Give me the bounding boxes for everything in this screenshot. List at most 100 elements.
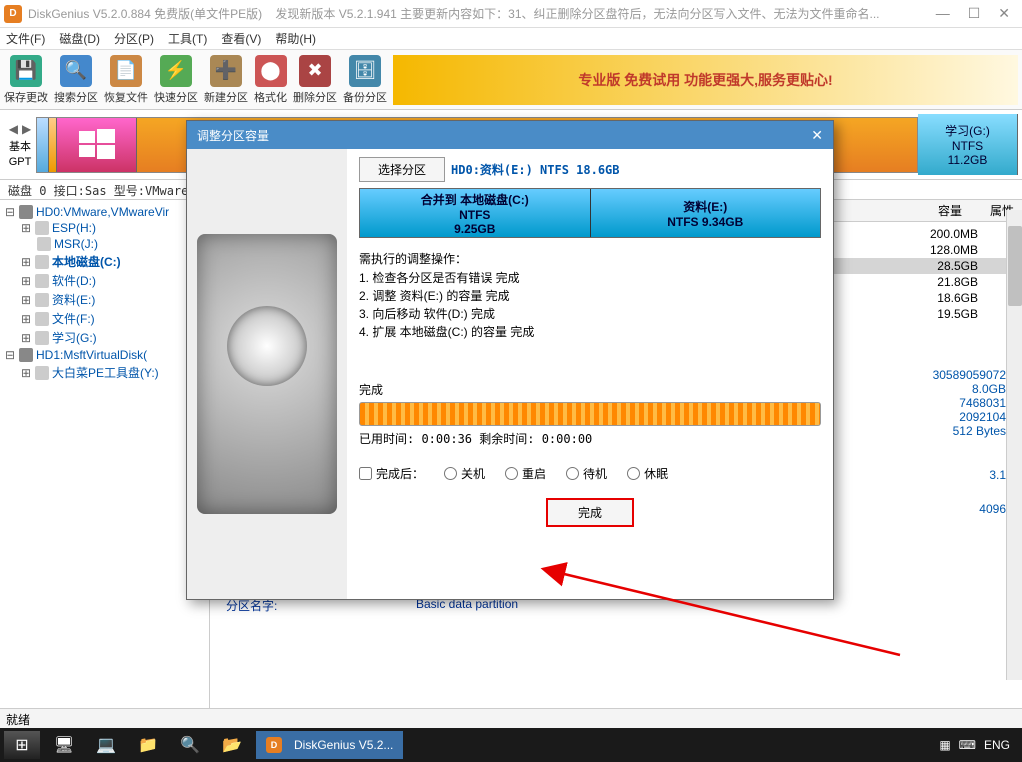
tree-expand-icon[interactable]: ⊞ bbox=[20, 255, 32, 269]
tree-hd1[interactable]: HD1:MsftVirtualDisk( bbox=[36, 348, 147, 362]
dialog-close-button[interactable]: ✕ bbox=[811, 127, 823, 144]
tree-pe[interactable]: 大白菜PE工具盘(Y:) bbox=[52, 364, 159, 381]
format-button[interactable]: ⬤格式化 bbox=[254, 55, 287, 105]
menu-disk[interactable]: 磁盘(D) bbox=[59, 30, 100, 47]
partition-msr[interactable] bbox=[49, 118, 57, 172]
backup-partition-button[interactable]: 🗄备份分区 bbox=[343, 55, 387, 105]
toolbar: 💾保存更改 🔍搜索分区 📄恢复文件 ⚡快速分区 ➕新建分区 ⬤格式化 ✖删除分区… bbox=[0, 50, 1022, 110]
disk-tree[interactable]: ⊟ HD0:VMware,VMwareVir ⊞ ESP(H:) MSR(J:) ⊞… bbox=[0, 200, 210, 720]
app-icon: D bbox=[4, 5, 22, 23]
recover-file-button[interactable]: 📄恢复文件 bbox=[104, 55, 148, 105]
opt-standby[interactable]: 待机 bbox=[566, 465, 607, 482]
opt-hibernate[interactable]: 休眠 bbox=[627, 465, 668, 482]
menu-view[interactable]: 查看(V) bbox=[221, 30, 261, 47]
info-v1: 30589059072 bbox=[906, 368, 1006, 382]
system-tray[interactable]: ▦ ⌨ ENG bbox=[939, 738, 1018, 752]
time-label: 已用时间: 0:00:36 剩余时间: 0:00:00 bbox=[359, 430, 821, 447]
part-icon bbox=[35, 221, 49, 235]
opt-shutdown[interactable]: 关机 bbox=[444, 465, 485, 482]
select-partition-button[interactable]: 选择分区 bbox=[359, 157, 445, 182]
dialog-part-e[interactable]: 资料(E:)NTFS 9.34GB bbox=[591, 189, 821, 237]
prev-disk-icon[interactable]: ◀ bbox=[9, 122, 18, 136]
tray-lang[interactable]: ENG bbox=[984, 738, 1010, 752]
tree-hd0[interactable]: HD0:VMware,VMwareVir bbox=[36, 205, 169, 219]
part-icon bbox=[35, 312, 49, 326]
part-icon bbox=[35, 331, 49, 345]
tree-expand-icon[interactable]: ⊞ bbox=[20, 366, 32, 380]
taskbar: ⊞ 🖥 💻 📁 🔍 📂 D DiskGenius V5.2... ▦ ⌨ ENG bbox=[0, 728, 1022, 762]
info-v4: 2092104 bbox=[906, 410, 1006, 424]
dialog-title-bar: 调整分区容量 ✕ bbox=[187, 121, 833, 149]
selected-partition-text: HD0:资料(E:) NTFS 18.6GB bbox=[451, 161, 620, 178]
close-button[interactable]: ✕ bbox=[998, 5, 1010, 22]
tree-e[interactable]: 资料(E:) bbox=[52, 291, 95, 308]
done-button[interactable]: 完成 bbox=[546, 498, 634, 527]
tree-c[interactable]: 本地磁盘(C:) bbox=[52, 253, 121, 270]
part-icon bbox=[35, 255, 49, 269]
status-label: 完成 bbox=[359, 381, 821, 398]
title-bar: D DiskGenius V5.2.0.884 免费版(单文件PE版) 发现新版… bbox=[0, 0, 1022, 28]
maximize-button[interactable]: ☐ bbox=[968, 5, 981, 22]
tree-expand-icon[interactable]: ⊞ bbox=[20, 331, 32, 345]
tree-expand-icon[interactable]: ⊞ bbox=[20, 312, 32, 326]
resize-partition-dialog: 调整分区容量 ✕ 选择分区 HD0:资料(E:) NTFS 18.6GB 合并到… bbox=[186, 120, 834, 600]
taskbar-icon[interactable]: 📁 bbox=[130, 731, 166, 759]
save-button[interactable]: 💾保存更改 bbox=[4, 55, 48, 105]
after-options: 完成后： 关机 重启 待机 休眠 bbox=[359, 465, 821, 482]
partition-c[interactable] bbox=[57, 118, 137, 172]
tree-expand-icon[interactable]: ⊞ bbox=[20, 293, 32, 307]
after-checkbox[interactable]: 完成后： bbox=[359, 465, 424, 482]
dialog-partition-strip[interactable]: 合并到 本地磁盘(C:)NTFS9.25GB 资料(E:)NTFS 9.34GB bbox=[359, 188, 821, 238]
minimize-button[interactable]: — bbox=[936, 5, 950, 22]
partition-g[interactable]: 学习(G:)NTFS11.2GB bbox=[918, 114, 1018, 175]
status-bar: 就绪 bbox=[0, 708, 1022, 728]
tree-msr[interactable]: MSR(J:) bbox=[54, 237, 98, 251]
tree-g[interactable]: 学习(G:) bbox=[52, 329, 97, 346]
part-icon bbox=[35, 274, 49, 288]
operations-list: 1. 检查各分区是否有错误 完成 2. 调整 资料(E:) 的容量 完成 3. … bbox=[359, 269, 821, 341]
tree-f[interactable]: 文件(F:) bbox=[52, 310, 95, 327]
menu-bar: 文件(F) 磁盘(D) 分区(P) 工具(T) 查看(V) 帮助(H) bbox=[0, 28, 1022, 50]
menu-help[interactable]: 帮助(H) bbox=[275, 30, 316, 47]
info-v6: 3.1 bbox=[906, 468, 1006, 482]
menu-tools[interactable]: 工具(T) bbox=[168, 30, 207, 47]
title-text: DiskGenius V5.2.0.884 免费版(单文件PE版) 发现新版本 … bbox=[28, 5, 936, 22]
progress-bar bbox=[359, 402, 821, 426]
operations-label: 需执行的调整操作： bbox=[359, 250, 821, 267]
disk-nav: ◀▶ 基本 GPT bbox=[4, 122, 36, 168]
tray-icon[interactable]: ▦ bbox=[939, 738, 950, 752]
tree-collapse-icon[interactable]: ⊟ bbox=[4, 348, 16, 362]
tree-esp[interactable]: ESP(H:) bbox=[52, 221, 96, 235]
info-v5: 512 Bytes bbox=[906, 424, 1006, 438]
quick-partition-button[interactable]: ⚡快速分区 bbox=[154, 55, 198, 105]
taskbar-icon[interactable]: 💻 bbox=[88, 731, 124, 759]
tree-expand-icon[interactable]: ⊞ bbox=[20, 274, 32, 288]
taskbar-explorer-icon[interactable]: 📂 bbox=[214, 731, 250, 759]
ad-banner[interactable]: 专业版 免费试用 功能更强大,服务更贴心! bbox=[393, 55, 1018, 105]
tree-collapse-icon[interactable]: ⊟ bbox=[4, 205, 16, 219]
col-capacity[interactable]: 容量 bbox=[938, 202, 962, 219]
opt-reboot[interactable]: 重启 bbox=[505, 465, 546, 482]
info-v3: 7468031 bbox=[906, 396, 1006, 410]
tree-expand-icon[interactable]: ⊞ bbox=[20, 221, 32, 235]
part-icon bbox=[35, 293, 49, 307]
disk-icon bbox=[19, 348, 33, 362]
new-partition-button[interactable]: ➕新建分区 bbox=[204, 55, 248, 105]
taskbar-app-diskgenius[interactable]: D DiskGenius V5.2... bbox=[256, 731, 403, 759]
next-disk-icon[interactable]: ▶ bbox=[22, 122, 31, 136]
delete-partition-button[interactable]: ✖删除分区 bbox=[293, 55, 337, 105]
menu-file[interactable]: 文件(F) bbox=[6, 30, 45, 47]
info-v7: 4096 bbox=[906, 502, 1006, 516]
taskbar-icon[interactable]: 🖥 bbox=[46, 731, 82, 759]
menu-partition[interactable]: 分区(P) bbox=[114, 30, 154, 47]
tree-d[interactable]: 软件(D:) bbox=[52, 272, 96, 289]
start-button[interactable]: ⊞ bbox=[4, 731, 40, 759]
search-partition-button[interactable]: 🔍搜索分区 bbox=[54, 55, 98, 105]
dialog-part-c[interactable]: 合并到 本地磁盘(C:)NTFS9.25GB bbox=[360, 189, 591, 237]
taskbar-search-icon[interactable]: 🔍 bbox=[172, 731, 208, 759]
tray-keyboard-icon[interactable]: ⌨ bbox=[959, 738, 976, 752]
partition-esp[interactable] bbox=[37, 118, 49, 172]
vertical-scrollbar[interactable] bbox=[1006, 210, 1022, 680]
dialog-image-pane bbox=[187, 149, 347, 599]
harddisk-image bbox=[197, 234, 337, 514]
